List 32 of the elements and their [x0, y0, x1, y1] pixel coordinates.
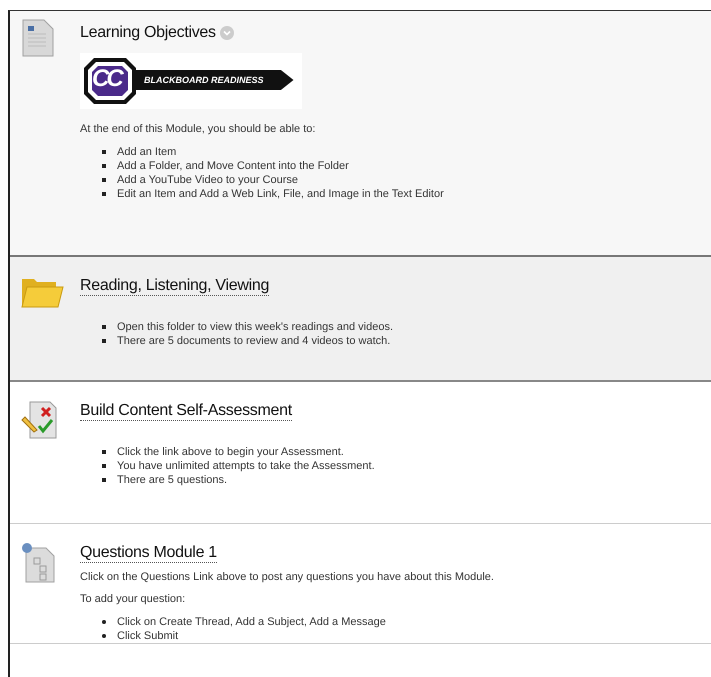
item-title-link[interactable]: Reading, Listening, Viewing — [80, 276, 270, 296]
bullet-icon — [102, 192, 106, 196]
item-title-link[interactable]: Build Content Self-Assessment — [80, 402, 292, 420]
bullet-icon — [102, 450, 106, 454]
list-item-text: There are 5 questions. — [117, 473, 228, 487]
list-item-text: Edit an Item and Add a Web Link, File, and Image in the Text Editor — [117, 187, 444, 201]
list-item-text: Add a YouTube Video to your Course — [117, 173, 298, 187]
list-item-text: Click Submit — [117, 629, 178, 643]
item-title: Learning Objectives — [80, 24, 216, 42]
bullet-icon — [102, 325, 106, 329]
description-text: Click on the Questions Link above to post any questions you have about this Module. — [80, 571, 495, 583]
bullet-icon — [102, 620, 106, 624]
menu-chevron-icon[interactable] — [220, 26, 234, 40]
bullet-icon — [102, 464, 106, 468]
document-icon — [20, 19, 54, 57]
description-text: At the end of this Module, you should be able to: — [80, 123, 316, 135]
bullet-icon — [102, 150, 106, 154]
bullet-icon — [102, 634, 106, 638]
list-item-text: Open this folder to view this week's readings and videos. — [117, 320, 394, 334]
bullet-icon — [102, 478, 106, 482]
item-title-link[interactable]: Questions Module 1 — [80, 544, 217, 562]
description-text: To add your question: — [80, 593, 186, 605]
course-logo: CC BLACKBOARD READINESS — [80, 53, 302, 109]
list-item-text: There are 5 documents to review and 4 videos to watch. — [117, 334, 390, 348]
list-item-text: Click on Create Thread, Add a Subject, Add a Message — [117, 615, 386, 629]
bullet-icon — [102, 164, 106, 168]
list-item-text: Add an Item — [117, 145, 176, 159]
bullet-icon — [102, 339, 106, 343]
list-item-text: You have unlimited attempts to take the Assessment. — [117, 459, 375, 473]
list-item-text: Click the link above to begin your Assessment. — [117, 445, 344, 459]
bullet-icon — [102, 178, 106, 182]
list-item-text: Add a Folder, and Move Content into the Folder — [117, 159, 349, 173]
